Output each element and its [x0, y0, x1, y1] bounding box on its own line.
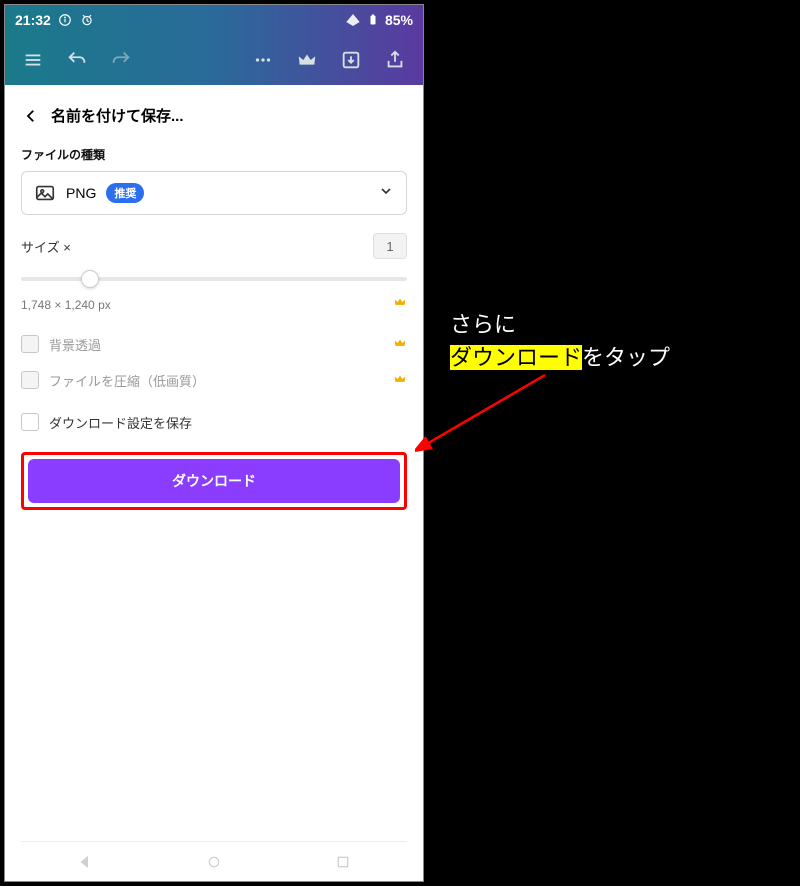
- size-label: サイズ ×: [21, 237, 71, 256]
- save-settings-checkbox[interactable]: [21, 413, 39, 431]
- image-icon: [34, 182, 56, 204]
- annotation-highlight: ダウンロード: [450, 345, 582, 370]
- chevron-down-icon: [378, 183, 394, 204]
- nav-recent-icon[interactable]: [333, 852, 353, 872]
- more-icon[interactable]: [243, 40, 283, 80]
- nav-back-icon[interactable]: [75, 852, 95, 872]
- compress-label: ファイルを圧縮（低画質）: [49, 371, 205, 390]
- status-bar: 21:32 85%: [5, 5, 423, 35]
- transparent-label: 背景透過: [49, 335, 101, 354]
- undo-icon[interactable]: [57, 40, 97, 80]
- save-settings-label: ダウンロード設定を保存: [49, 413, 192, 432]
- annotation-arrow: [415, 370, 555, 460]
- recommended-badge: 推奨: [106, 183, 144, 203]
- annotation-line1: さらに: [450, 312, 516, 337]
- size-value[interactable]: 1: [373, 233, 407, 259]
- crown-icon[interactable]: [287, 40, 327, 80]
- size-slider[interactable]: [21, 267, 407, 291]
- transparent-checkbox[interactable]: [21, 335, 39, 353]
- back-icon[interactable]: [21, 106, 41, 126]
- sheet-title: 名前を付けて保存...: [51, 105, 184, 126]
- premium-crown-icon: [393, 372, 407, 389]
- download-sheet: 名前を付けて保存... ファイルの種類 PNG 推奨 サイズ × 1 1,748…: [5, 89, 423, 881]
- info-icon: [57, 12, 73, 28]
- premium-crown-icon: [393, 295, 407, 314]
- dimensions-text: 1,748 × 1,240 px: [21, 298, 111, 312]
- wifi-icon: [345, 12, 361, 28]
- download-highlight-box: ダウンロード: [21, 452, 407, 510]
- download-button[interactable]: ダウンロード: [28, 459, 400, 503]
- status-time: 21:32: [15, 12, 51, 28]
- premium-crown-icon: [393, 336, 407, 353]
- nav-home-icon[interactable]: [204, 852, 224, 872]
- redo-icon[interactable]: [101, 40, 141, 80]
- android-nav-bar: [21, 841, 407, 881]
- alarm-icon: [79, 12, 95, 28]
- download-icon[interactable]: [331, 40, 371, 80]
- share-icon[interactable]: [375, 40, 415, 80]
- annotation-text: さらに ダウンロードをタップ: [450, 308, 670, 374]
- file-type-label: ファイルの種類: [21, 146, 407, 163]
- annotation-line2: をタップ: [582, 345, 670, 370]
- slider-thumb[interactable]: [81, 270, 99, 288]
- file-type-value: PNG: [66, 185, 96, 201]
- file-type-select[interactable]: PNG 推奨: [21, 171, 407, 215]
- phone-frame: 21:32 85%: [4, 4, 424, 882]
- battery-icon: [365, 12, 381, 28]
- menu-icon[interactable]: [13, 40, 53, 80]
- battery-percent: 85%: [385, 12, 413, 28]
- app-toolbar: [5, 35, 423, 85]
- compress-checkbox[interactable]: [21, 371, 39, 389]
